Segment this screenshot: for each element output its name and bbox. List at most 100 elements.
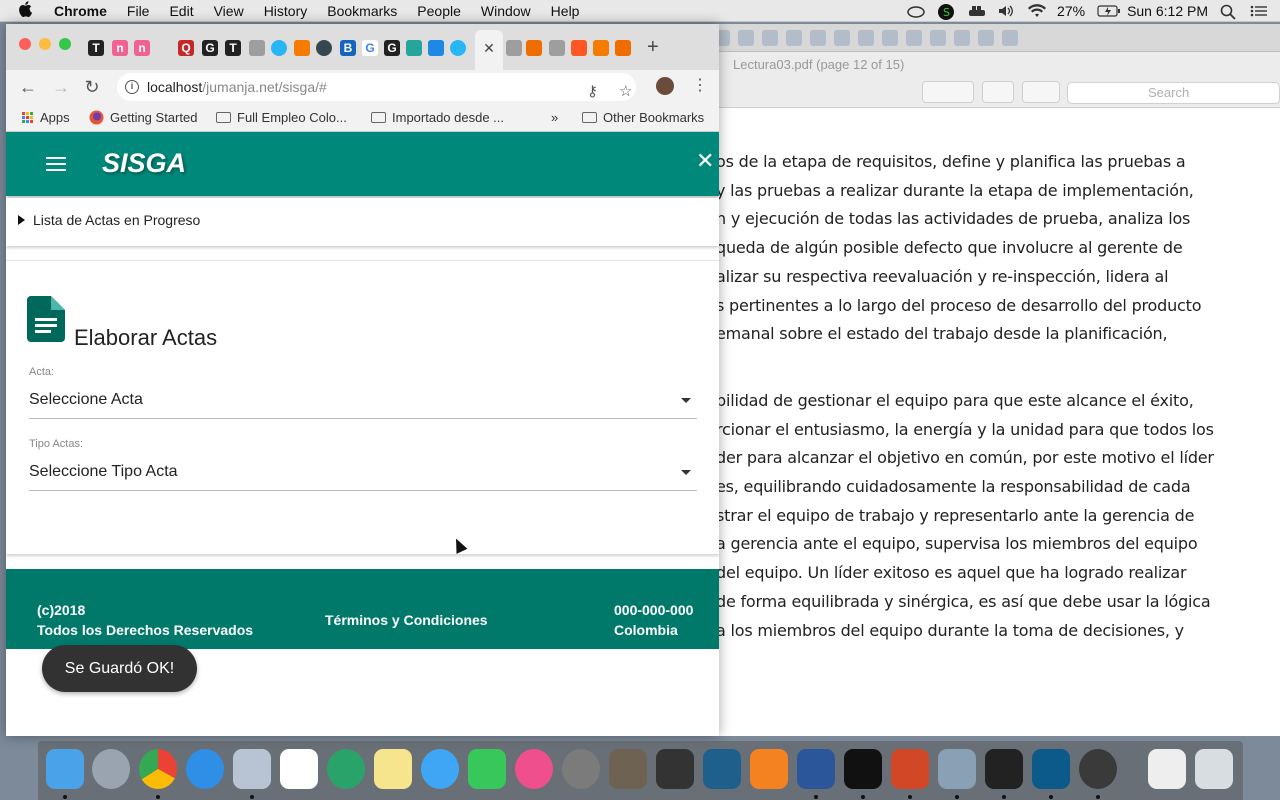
- atom-icon[interactable]: [327, 749, 365, 789]
- pdf-document-icon[interactable]: [1148, 749, 1186, 789]
- bookmark-folder-importado[interactable]: Importado desde ...: [371, 110, 504, 125]
- profile-avatar[interactable]: [656, 77, 674, 95]
- xquartz-icon[interactable]: [1079, 749, 1117, 789]
- calendar-icon[interactable]: [280, 749, 318, 789]
- browser-tab-favicon[interactable]: [406, 40, 422, 56]
- browser-tab-favicon[interactable]: n: [112, 40, 128, 56]
- spotlight-search-icon[interactable]: [1220, 4, 1238, 20]
- apple-menu-icon[interactable]: [18, 1, 38, 20]
- browser-tab-favicon[interactable]: [738, 29, 754, 46]
- facetime-icon[interactable]: [468, 749, 506, 789]
- finder-icon[interactable]: [46, 749, 84, 789]
- menu-app-name[interactable]: Chrome: [54, 3, 107, 19]
- preview-app-icon[interactable]: [233, 749, 271, 789]
- itunes-icon[interactable]: [515, 749, 553, 789]
- key-icon[interactable]: ⚷: [587, 78, 598, 106]
- browser-tab-favicon[interactable]: [428, 40, 444, 56]
- browser-tab-favicon[interactable]: [271, 40, 287, 56]
- tab-close-icon[interactable]: ✕: [475, 30, 503, 66]
- browser-tab-favicon[interactable]: Q: [178, 40, 194, 56]
- app-brand[interactable]: SISGA: [102, 148, 186, 179]
- gimp-icon[interactable]: [609, 749, 647, 789]
- menu-help[interactable]: Help: [551, 3, 580, 19]
- new-tab-button[interactable]: +: [647, 36, 659, 59]
- browser-tab-favicon[interactable]: [249, 40, 265, 56]
- browser-tab-favicon[interactable]: [810, 29, 826, 46]
- menu-file[interactable]: File: [127, 3, 150, 19]
- sourcetree-icon[interactable]: [703, 749, 741, 789]
- menu-edit[interactable]: Edit: [169, 3, 193, 19]
- menu-view[interactable]: View: [214, 3, 244, 19]
- browser-tab-favicon[interactable]: [571, 40, 587, 56]
- inkscape-icon[interactable]: [656, 749, 694, 789]
- window-zoom-button[interactable]: [59, 38, 71, 50]
- back-arrow-icon[interactable]: ←: [18, 77, 38, 97]
- battery-percent[interactable]: 27%: [1057, 3, 1085, 19]
- browser-tab-favicon[interactable]: [1002, 29, 1018, 46]
- browser-tab-favicon[interactable]: G: [202, 40, 218, 56]
- notes-icon[interactable]: [374, 749, 412, 789]
- bookmark-folder-full-empleo[interactable]: Full Empleo Colo...: [216, 110, 347, 125]
- chrome-icon[interactable]: [139, 749, 177, 789]
- mysql-workbench-icon[interactable]: [1032, 749, 1070, 789]
- browser-tab-favicon[interactable]: [930, 29, 946, 46]
- browser-tab-favicon[interactable]: [786, 29, 802, 46]
- browser-tab-favicon[interactable]: [450, 40, 466, 56]
- status-s-icon[interactable]: S: [937, 4, 955, 20]
- notification-center-icon[interactable]: [1250, 4, 1268, 18]
- battery-icon[interactable]: [1097, 4, 1121, 18]
- safari-icon[interactable]: [186, 749, 224, 789]
- rotate-button[interactable]: [982, 81, 1014, 103]
- toolbox-button[interactable]: [1022, 81, 1060, 103]
- browser-tab-favicon[interactable]: [316, 40, 332, 56]
- trash-icon[interactable]: [1195, 749, 1233, 789]
- browser-tab-favicon[interactable]: [858, 29, 874, 46]
- browser-tab-favicon[interactable]: T: [88, 40, 104, 56]
- menu-window[interactable]: Window: [481, 3, 531, 19]
- browser-tab-favicon[interactable]: B: [340, 40, 356, 56]
- bookmark-apps[interactable]: Apps: [22, 110, 70, 125]
- browser-tab-favicon[interactable]: [294, 40, 310, 56]
- browser-tab-favicon[interactable]: [593, 40, 609, 56]
- system-preferences-icon[interactable]: [562, 749, 600, 789]
- window-minimize-button[interactable]: [39, 38, 51, 50]
- tipo-acta-select[interactable]: Seleccione Tipo Acta: [29, 457, 697, 491]
- browser-tab-favicon[interactable]: [834, 29, 850, 46]
- browser-tab-favicon[interactable]: [906, 29, 922, 46]
- powerpoint-icon[interactable]: [891, 749, 929, 789]
- browser-tab-favicon[interactable]: G: [384, 40, 400, 56]
- bookmark-star-icon[interactable]: ☆: [619, 78, 632, 106]
- collapsible-actas-progreso[interactable]: Lista de Actas en Progreso: [6, 198, 719, 246]
- close-icon[interactable]: ✕: [696, 148, 714, 174]
- bookmark-other-bookmarks[interactable]: Other Bookmarks: [582, 110, 704, 125]
- site-info-icon[interactable]: i: [125, 80, 139, 94]
- browser-tab-favicon[interactable]: n: [134, 40, 150, 56]
- word-icon[interactable]: [797, 749, 835, 789]
- activity-monitor-icon[interactable]: [985, 749, 1023, 789]
- menu-history[interactable]: History: [264, 3, 308, 19]
- menu-people[interactable]: People: [417, 3, 461, 19]
- chrome-menu-icon[interactable]: ⋮: [692, 75, 708, 95]
- markup-button[interactable]: [922, 81, 974, 103]
- browser-tab-favicon[interactable]: [882, 29, 898, 46]
- browser-tab-favicon[interactable]: T: [225, 40, 241, 56]
- image-capture-icon[interactable]: [938, 749, 976, 789]
- wifi-icon[interactable]: [1027, 4, 1047, 18]
- launchpad-icon[interactable]: [92, 749, 130, 789]
- reload-icon[interactable]: ↻: [82, 77, 102, 97]
- window-close-button[interactable]: [19, 38, 31, 50]
- forward-arrow-icon[interactable]: →: [51, 77, 71, 97]
- browser-tab-favicon[interactable]: [526, 40, 542, 56]
- terminal-icon[interactable]: [844, 749, 882, 789]
- creative-cloud-icon[interactable]: [907, 4, 925, 18]
- messages-icon[interactable]: [421, 749, 459, 789]
- browser-tab-favicon[interactable]: [954, 29, 970, 46]
- browser-tab-favicon[interactable]: G: [362, 40, 378, 56]
- browser-tab-favicon[interactable]: [615, 40, 631, 56]
- menubar-clock[interactable]: Sun 6:12 PM: [1127, 3, 1208, 19]
- terms-link[interactable]: Términos y Condiciones: [325, 610, 488, 630]
- menu-bookmarks[interactable]: Bookmarks: [327, 3, 397, 19]
- browser-tab-favicon[interactable]: [978, 29, 994, 46]
- acta-select[interactable]: Seleccione Acta: [29, 385, 697, 419]
- browser-tab-favicon[interactable]: [549, 40, 565, 56]
